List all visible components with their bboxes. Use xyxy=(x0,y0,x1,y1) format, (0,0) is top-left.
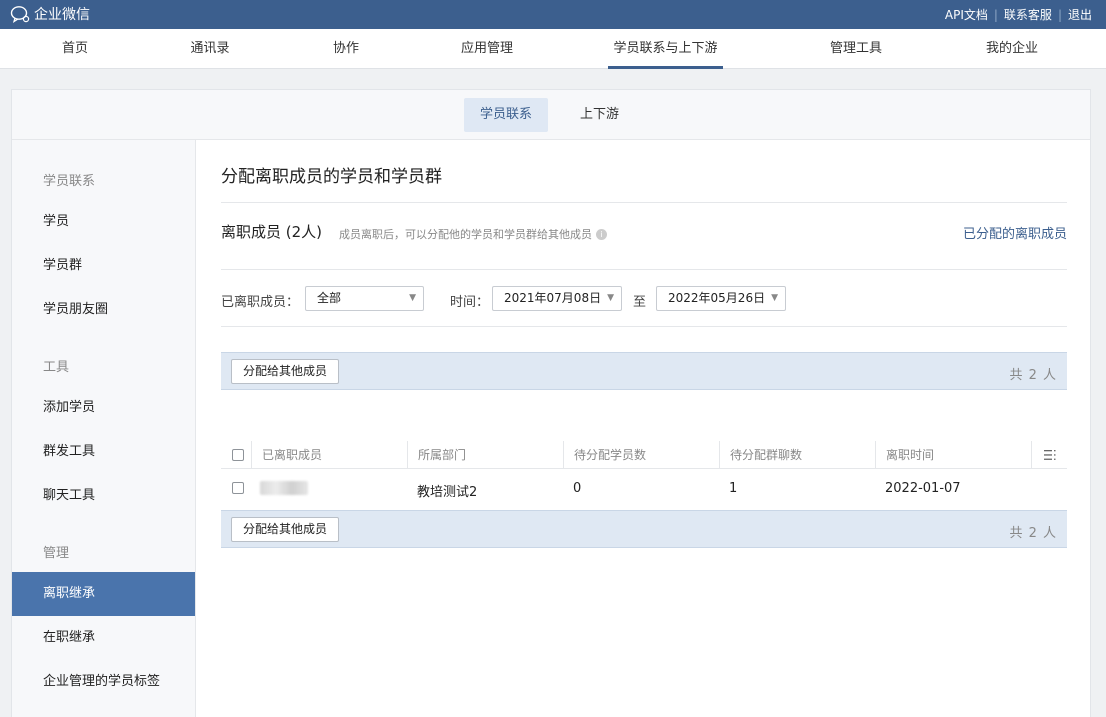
sidebar-item-student-groups[interactable]: 学员群 xyxy=(12,244,195,288)
nav-collaboration[interactable]: 协作 xyxy=(326,29,366,69)
sidebar-group-manage: 管理 xyxy=(43,546,70,561)
sidebar-item-add-student[interactable]: 添加学员 xyxy=(12,386,195,430)
row-checkbox[interactable] xyxy=(232,482,244,494)
column-header-pending-students: 待分配学员数 xyxy=(563,441,719,469)
sidebar-group-tools: 工具 xyxy=(43,360,70,375)
chevron-down-icon: ▼ xyxy=(409,293,416,303)
column-header-leave-date: 离职时间 xyxy=(875,441,1031,469)
sidebar-group-contact: 学员联系 xyxy=(43,174,96,189)
separator: | xyxy=(1057,7,1062,22)
column-settings-cell xyxy=(1031,441,1067,469)
member-name-blurred xyxy=(260,481,308,495)
top-bar: 企业微信 API文档 | 联系客服 | 退出 xyxy=(0,0,1106,29)
section-description-text: 成员离职后，可以分配他的学员和学员群给其他成员 xyxy=(339,228,592,241)
divider xyxy=(221,326,1067,327)
main-nav: 首页 通讯录 协作 应用管理 学员联系与上下游 管理工具 我的企业 xyxy=(0,29,1106,69)
sidebar-item-active-inherit[interactable]: 在职继承 xyxy=(12,616,195,660)
nav-my-enterprise[interactable]: 我的企业 xyxy=(979,29,1045,69)
nav-app-management[interactable]: 应用管理 xyxy=(454,29,520,69)
pending-students-cell: 0 xyxy=(573,481,582,496)
sidebar-item-students[interactable]: 学员 xyxy=(12,200,195,244)
table-toolbar-top: 分配给其他成员 共 2 人 xyxy=(221,352,1067,390)
member-filter-value: 全部 xyxy=(317,291,342,305)
chevron-down-icon: ▼ xyxy=(771,293,778,303)
sidebar-item-broadcast[interactable]: 群发工具 xyxy=(12,430,195,474)
topbar-links: API文档 | 联系客服 | 退出 xyxy=(945,6,1092,23)
column-header-member: 已离职成员 xyxy=(251,441,407,469)
sidebar-item-chat-tools[interactable]: 聊天工具 xyxy=(12,474,195,518)
table-toolbar-bottom: 分配给其他成员 共 2 人 xyxy=(221,510,1067,548)
section-title: 离职成员 (2人) xyxy=(221,223,323,241)
info-icon[interactable]: i xyxy=(596,228,607,240)
brand[interactable]: 企业微信 xyxy=(10,4,90,24)
section-description: 成员离职后，可以分配他的学员和学员群给其他成员 i xyxy=(339,226,607,242)
page-title: 分配离职成员的学员和学员群 xyxy=(221,167,442,187)
leave-date-cell: 2022-01-07 xyxy=(885,481,961,496)
tab-student-contact[interactable]: 学员联系 xyxy=(464,98,549,132)
total-count-bottom: 共 2 人 xyxy=(1009,526,1057,541)
nav-home[interactable]: 首页 xyxy=(49,29,101,69)
date-to-value: 2022年05月26日 xyxy=(668,291,766,305)
assigned-members-link[interactable]: 已分配的离职成员 xyxy=(963,223,1067,242)
separator: | xyxy=(993,7,998,22)
divider xyxy=(221,202,1067,203)
department-cell: 教培测试2 xyxy=(417,485,478,500)
date-from-select[interactable]: 2021年07月08日 ▼ xyxy=(492,286,622,311)
assign-to-others-button[interactable]: 分配给其他成员 xyxy=(231,359,340,384)
sidebar-item-moments[interactable]: 学员朋友圈 xyxy=(12,288,195,332)
member-filter-label: 已离职成员： xyxy=(221,295,300,310)
sidebar-item-student-tags[interactable]: 企业管理的学员标签 xyxy=(12,660,195,704)
column-header-department: 所属部门 xyxy=(407,441,563,469)
table-header: 已离职成员 所属部门 待分配学员数 待分配群聊数 离职时间 xyxy=(221,441,1067,469)
sidebar: 学员联系 学员 学员群 学员朋友圈 工具 添加学员 群发工具 聊天工具 管理 离… xyxy=(12,140,196,717)
assign-to-others-button-bottom[interactable]: 分配给其他成员 xyxy=(231,517,340,542)
wecom-logo-icon xyxy=(10,6,30,23)
api-docs-link[interactable]: API文档 xyxy=(945,6,988,23)
time-filter-label: 时间： xyxy=(450,295,490,310)
contact-support-link[interactable]: 联系客服 xyxy=(1004,6,1052,23)
pending-groups-cell: 1 xyxy=(729,481,738,496)
sub-tabs: 学员联系 上下游 xyxy=(12,90,1090,140)
date-range-to-label: 至 xyxy=(633,295,647,310)
column-settings-icon[interactable] xyxy=(1044,449,1057,461)
select-all-checkbox[interactable] xyxy=(232,449,244,461)
total-count: 共 2 人 xyxy=(1009,368,1057,383)
table-row: 教培测试2 0 1 2022-01-07 xyxy=(221,470,1067,510)
divider xyxy=(221,269,1067,270)
date-to-select[interactable]: 2022年05月26日 ▼ xyxy=(656,286,786,311)
main-panel: 学员联系 上下游 学员联系 学员 学员群 学员朋友圈 工具 添加学员 群发工具 … xyxy=(11,89,1091,717)
sidebar-item-resigned-inherit[interactable]: 离职继承 xyxy=(12,572,195,616)
brand-name: 企业微信 xyxy=(34,7,90,23)
column-header-pending-groups: 待分配群聊数 xyxy=(719,441,875,469)
member-filter-select[interactable]: 全部 ▼ xyxy=(305,286,424,311)
nav-contacts[interactable]: 通讯录 xyxy=(184,29,236,69)
chevron-down-icon: ▼ xyxy=(607,293,614,303)
nav-student-contact[interactable]: 学员联系与上下游 xyxy=(608,29,723,69)
nav-management-tools[interactable]: 管理工具 xyxy=(823,29,889,69)
logout-link[interactable]: 退出 xyxy=(1068,6,1092,23)
date-from-value: 2021年07月08日 xyxy=(504,291,602,305)
tab-upstream-downstream[interactable]: 上下游 xyxy=(564,98,635,132)
